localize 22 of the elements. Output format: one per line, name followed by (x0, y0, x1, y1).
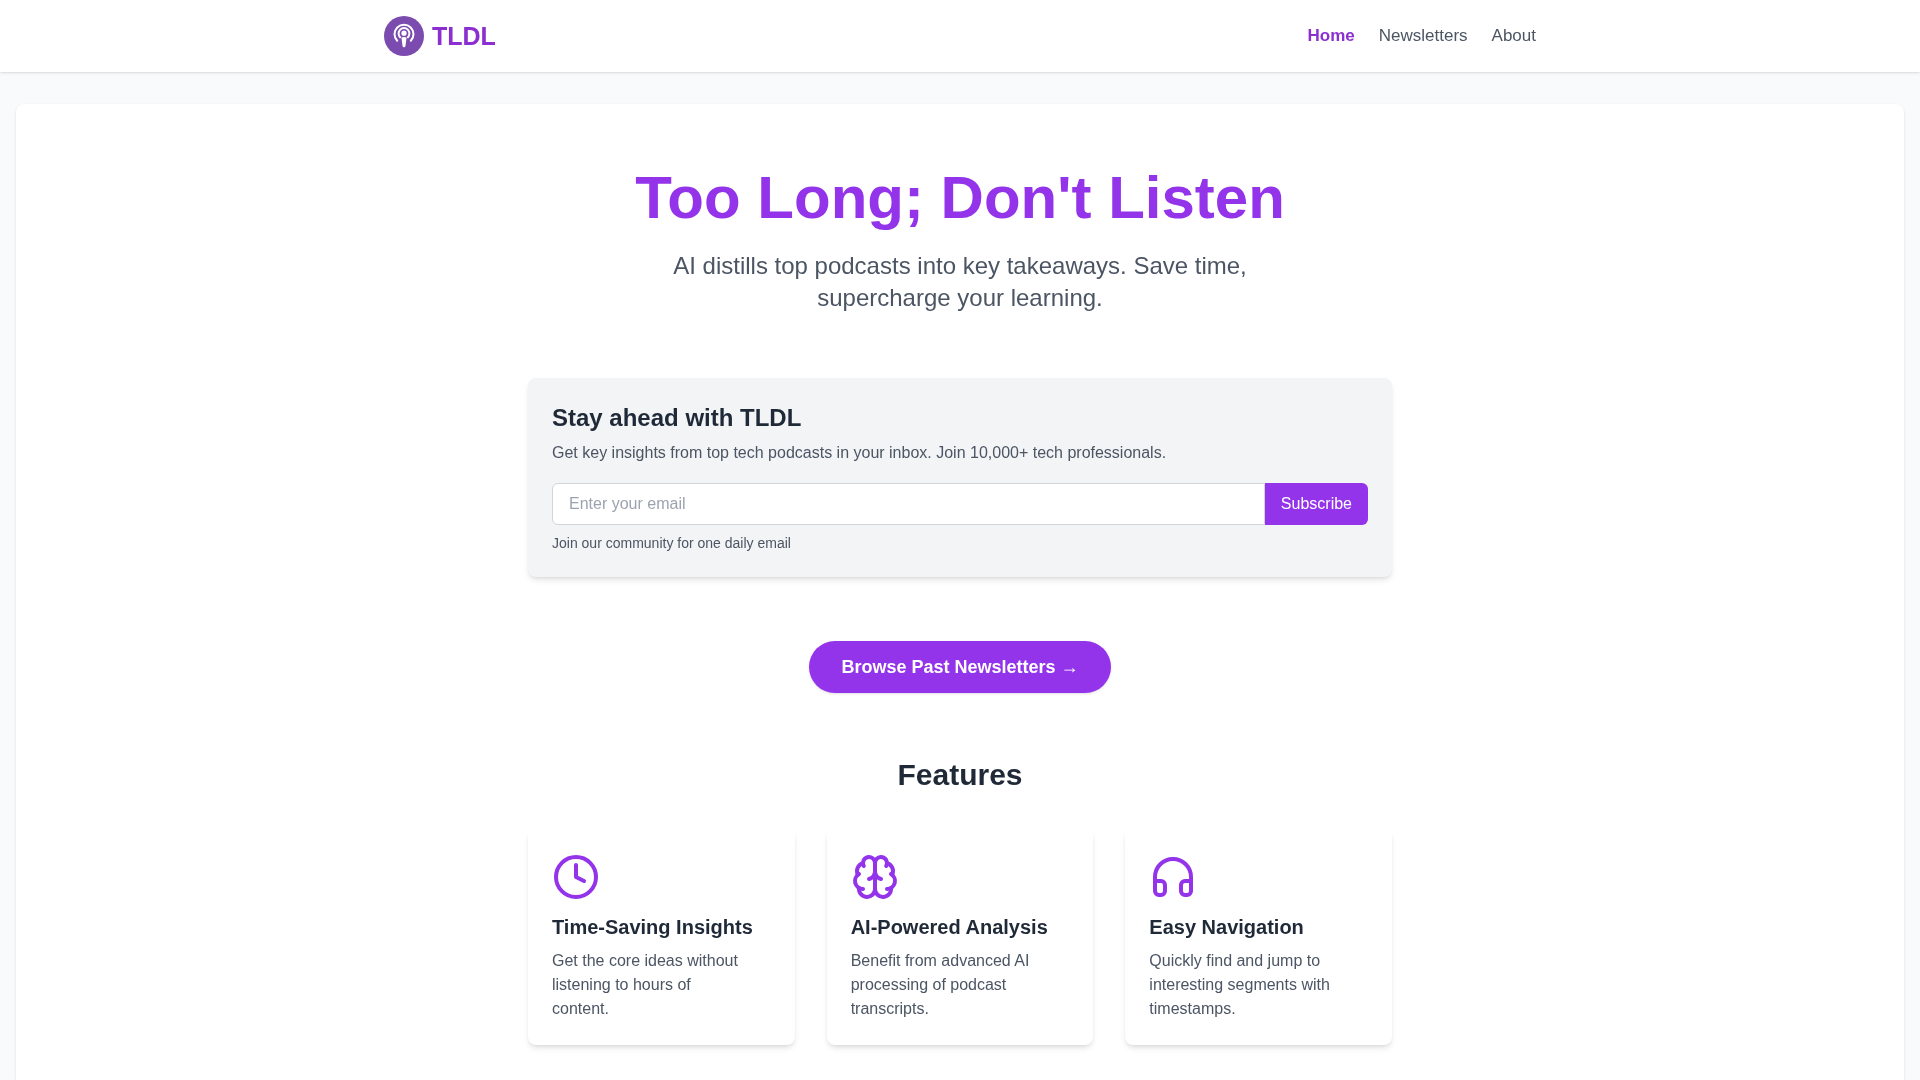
subscribe-button[interactable]: Subscribe (1264, 483, 1368, 525)
feature-title: Easy Navigation (1149, 915, 1305, 940)
feature-description: Quickly find and jump to interesting segments with timestamps. (1149, 951, 1331, 1019)
clock-icon (552, 853, 600, 901)
feature-title: Time-Saving Insights (552, 915, 754, 940)
browse-newsletters-button[interactable]: Browse Past Newsletters → (809, 641, 1111, 693)
feature-title: AI-Powered Analysis (850, 915, 1049, 940)
brain-icon (850, 853, 899, 901)
subscribe-description: Get key insights from top tech podcasts in your inbox. Join 10,000+ tech professionals. (552, 443, 1168, 463)
nav-link[interactable]: Newsletters (1378, 24, 1468, 48)
nav-link[interactable]: Home (1307, 24, 1355, 48)
brand-name[interactable]: TLDL (432, 20, 496, 52)
email-input[interactable]: Enter your email (552, 483, 1265, 525)
features-heading: Features (897, 757, 1023, 793)
hero-subtitle: AI distills top podcasts into key takeaways. Save time, supercharge your learning. (672, 251, 1248, 313)
subscribe-title: Stay ahead with TLDL (552, 403, 803, 433)
podcast-logo-icon (384, 16, 424, 56)
subscribe-note: Join our community for one daily email (552, 534, 792, 553)
feature-description: Benefit from advanced AI processing of podcast transcripts. (850, 951, 1031, 1019)
nav-link[interactable]: About (1491, 24, 1536, 48)
feature-description: Get the core ideas without listening to hours of content. (552, 951, 739, 1019)
hero-title: Too Long; Don't Listen (635, 168, 1285, 228)
